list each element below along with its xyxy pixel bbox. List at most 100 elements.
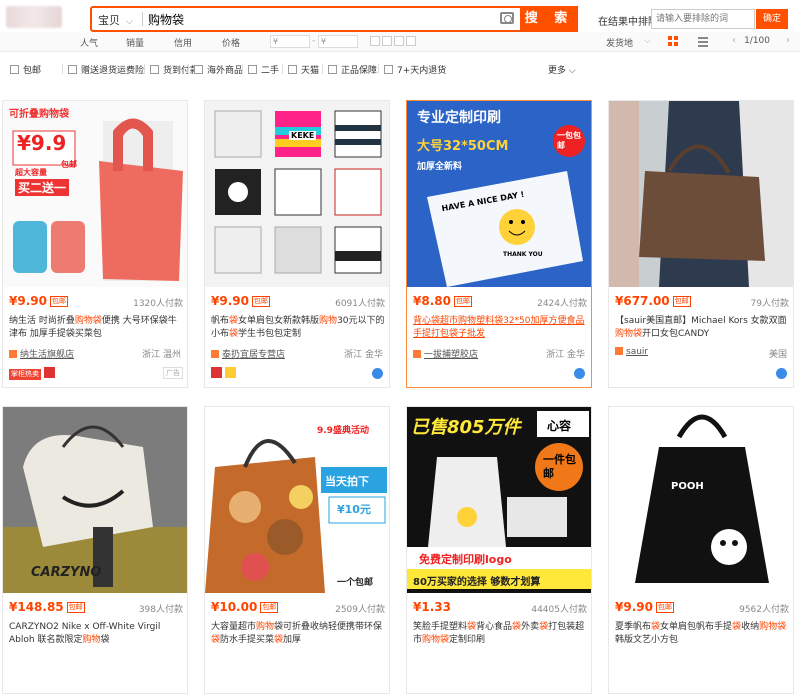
image-text: 一包包邮	[557, 131, 581, 150]
view-toggle-4[interactable]	[406, 36, 416, 46]
product-photo	[214, 110, 382, 274]
title-keyword: 袋	[229, 316, 239, 326]
product-image[interactable]: 已售805万件 心容 一件包邮 免费定制印刷logo 80万买家的选择 够数才划…	[407, 407, 591, 593]
price-to-input[interactable]: ¥	[318, 35, 358, 48]
sort-sales[interactable]: 销量	[126, 36, 144, 49]
product-card[interactable]: CARZYNO ¥148.85 包邮 398人付款 CARZYNO2 Nike x…	[2, 406, 188, 694]
image-text: POOH	[671, 481, 704, 492]
sort-credit[interactable]: 信用	[174, 36, 192, 49]
product-card[interactable]: 可折叠购物袋 ¥9.9 包邮 超大容量 买二送一 ¥9.90 包邮 1320人付款…	[2, 100, 188, 388]
shop-row: 纳生活旗舰店 浙江 温州	[9, 347, 185, 361]
product-card[interactable]: POOH ¥9.90 包邮 9562人付款 夏季帆布袋女单肩包帆布手提袋收纳购物袋…	[608, 406, 794, 694]
title-part: 袋	[431, 316, 441, 326]
title-part: 夏季帆布	[615, 622, 652, 632]
price-row: ¥148.85 包邮 398人付款	[9, 600, 183, 616]
shop-link[interactable]: 一拔捕塑胶店	[424, 350, 478, 360]
free-shipping-tag: 包邮	[655, 602, 674, 613]
product-card[interactable]: 专业定制印刷 大号32*50CM 加厚全新料 一包包邮 HAVE A NICE …	[406, 100, 592, 388]
shop-row: 泰扔宜居专营店 浙江 金华	[211, 347, 387, 361]
product-image[interactable]: POOH	[609, 407, 793, 593]
product-image[interactable]: 9.9盛典活动 当天拍下 ¥10元 一个包邮	[205, 407, 389, 593]
title-part: 【sauir美国直邮】Michael Kors 女款双面	[615, 316, 787, 326]
view-toggle-2[interactable]	[382, 36, 392, 46]
title-part: 背心食品	[476, 622, 513, 632]
confirm-button[interactable]: 确定	[756, 9, 788, 29]
ship-from-select[interactable]: 发货地	[606, 36, 633, 49]
shop-link[interactable]: sauir	[626, 347, 648, 357]
product-image[interactable]	[609, 101, 793, 287]
filter-authentic[interactable]: 正品保障	[328, 63, 377, 76]
exclude-input[interactable]	[651, 9, 755, 29]
checkbox-icon	[194, 65, 203, 74]
wangwang-chat-icon[interactable]	[574, 368, 585, 379]
list-view-icon[interactable]	[698, 36, 708, 47]
exclude-label: 在结果中排除	[598, 17, 658, 28]
image-text: 80万买家的选择 够数才划算	[413, 577, 541, 588]
product-image[interactable]: KEKE	[205, 101, 389, 287]
filter-cod[interactable]: 货到付款	[150, 63, 199, 76]
search-box: 宝贝 ⌵ 搜 索	[90, 6, 578, 32]
product-title[interactable]: 【sauir美国直邮】Michael Kors 女款双面购物袋开口女包CANDY	[615, 315, 791, 343]
product-title[interactable]: 帆布袋女单肩包女新款韩版购物30元以下的小布袋学生书包包定制	[211, 315, 387, 343]
title-keyword: 购物	[319, 316, 338, 326]
filter-return-insurance[interactable]: 赠送退货运费险	[68, 63, 144, 76]
product-image[interactable]: 专业定制印刷 大号32*50CM 加厚全新料 一包包邮 HAVE A NICE …	[407, 101, 591, 287]
prev-page-icon[interactable]: ‹	[732, 35, 736, 46]
product-card[interactable]: 已售805万件 心容 一件包邮 免费定制印刷logo 80万买家的选择 够数才划…	[406, 406, 592, 694]
product-price: ¥9.90	[615, 600, 653, 614]
product-title[interactable]: 纳生活 时尚折叠购物袋便携 大号环保袋牛津布 加厚手提袋买菜包	[9, 315, 185, 343]
shop-icon	[413, 350, 421, 358]
product-title[interactable]: 大容量超市购物袋可折叠收纳轻便携带环保袋防水手提买菜袋加厚	[211, 621, 387, 649]
view-toggle-1[interactable]	[370, 36, 380, 46]
sort-price[interactable]: 价格	[222, 36, 240, 49]
image-text: THANK YOU	[503, 251, 543, 258]
filter-label: 天猫	[301, 66, 320, 76]
title-keyword: 购物袋	[74, 316, 102, 326]
divider	[282, 64, 283, 74]
grid-view-icon[interactable]	[668, 36, 678, 46]
price-from-input[interactable]: ¥	[270, 35, 310, 48]
product-card[interactable]: ¥677.00 包邮 79人付款 【sauir美国直邮】Michael Kors …	[608, 100, 794, 388]
price-row: ¥9.90 包邮 1320人付款	[9, 294, 183, 310]
camera-icon[interactable]	[500, 12, 514, 24]
wangwang-chat-icon[interactable]	[776, 368, 787, 379]
title-part: 背心	[413, 316, 432, 326]
filter-tmall[interactable]: 天猫	[288, 63, 319, 76]
wangwang-chat-icon[interactable]	[372, 368, 383, 379]
next-page-icon[interactable]: ›	[786, 35, 790, 46]
title-part: 购物	[458, 316, 477, 326]
checkbox-icon	[150, 65, 159, 74]
view-toggle-3[interactable]	[394, 36, 404, 46]
shop-link[interactable]: 纳生活旗舰店	[20, 350, 74, 360]
shop-row: sauir 美国	[615, 347, 791, 361]
site-logo[interactable]	[6, 6, 62, 28]
filter-label: 7+天内退货	[397, 66, 447, 76]
product-image[interactable]: 可折叠购物袋 ¥9.9 包邮 超大容量 买二送一	[3, 101, 187, 287]
sort-popularity[interactable]: 人气	[80, 36, 98, 49]
image-text: 一件包邮	[543, 453, 576, 480]
product-title[interactable]: 背心袋超市购物塑料袋32*50加厚方便食品手提打包袋子批发	[413, 315, 589, 343]
shop-link[interactable]: 泰扔宜居专营店	[222, 350, 285, 360]
product-title[interactable]: CARZYNO2 Nike x Off-White Virgil Abloh 联…	[9, 621, 185, 649]
title-part: 笑脸手提塑料	[413, 622, 468, 632]
product-card[interactable]: 9.9盛典活动 当天拍下 ¥10元 一个包邮 ¥10.00 包邮 2509人付款 …	[204, 406, 390, 694]
product-title[interactable]: 笑脸手提塑料袋背心食品袋外卖袋打包装超市购物袋定制印刷	[413, 621, 589, 649]
search-input[interactable]	[148, 9, 488, 29]
shop-icon	[211, 350, 219, 358]
product-card[interactable]: KEKE ¥9.90 包邮 6091人付款 帆布袋女单肩包女新款韩版购物30元以下…	[204, 100, 390, 388]
product-price: ¥9.90	[9, 294, 47, 308]
shop-location: 浙江 金华	[546, 350, 585, 360]
product-image[interactable]: CARZYNO	[3, 407, 187, 593]
filter-free-shipping[interactable]: 包邮	[10, 63, 41, 76]
search-button[interactable]: 搜 索	[520, 6, 578, 32]
title-part: 袋可折叠收纳轻便携带环保	[274, 622, 383, 632]
free-shipping-tag: 包邮	[260, 602, 279, 613]
search-category-select[interactable]: 宝贝 ⌵	[98, 12, 142, 28]
product-title[interactable]: 夏季帆布袋女单肩包帆布手提袋收纳购物袋韩版文艺小方包	[615, 621, 791, 649]
filter-overseas[interactable]: 海外商品	[194, 63, 243, 76]
ad-label: 广告	[163, 367, 183, 379]
more-filters-button[interactable]: 更多 ⌵	[548, 63, 576, 76]
filter-second-hand[interactable]: 二手	[248, 63, 279, 76]
shop-location: 浙江 金华	[344, 350, 383, 360]
filter-7day-return[interactable]: 7+天内退货	[384, 63, 446, 76]
